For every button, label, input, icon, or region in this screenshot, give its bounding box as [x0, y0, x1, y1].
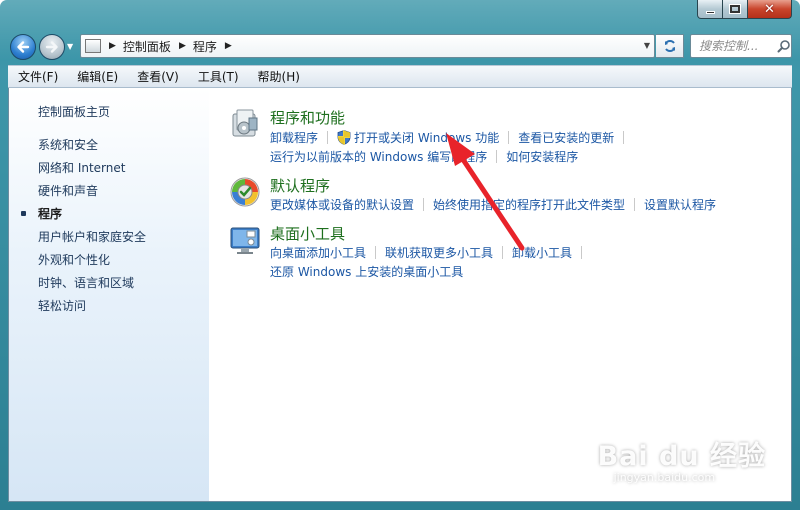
back-arrow-icon — [17, 41, 30, 53]
menu-view[interactable]: 查看(V) — [127, 66, 188, 88]
baidu-watermark: Bai du 经验 jingyan.baidu.com — [598, 434, 766, 484]
link-separator — [502, 246, 504, 259]
sidebar-item-control-panel-home[interactable]: 控制面板主页 — [38, 103, 110, 120]
search-input[interactable] — [699, 39, 775, 53]
refresh-button[interactable] — [656, 34, 684, 58]
default-programs-icon[interactable] — [229, 176, 261, 208]
link-separator — [423, 198, 425, 211]
menu-file[interactable]: 文件(F) — [8, 66, 67, 88]
programs-features-icon[interactable] — [229, 108, 261, 140]
link-separator — [581, 246, 583, 259]
link-row: 向桌面添加小工具 联机获取更多小工具 卸载小工具 — [270, 244, 591, 261]
link-separator — [623, 131, 625, 144]
sidebar-item-network-internet[interactable]: 网络和 Internet — [38, 159, 125, 176]
close-button[interactable]: ✕ — [748, 0, 792, 19]
desktop-gadgets-icon[interactable] — [229, 225, 261, 257]
run-older-programs-link[interactable]: 运行为以前版本的 Windows 编写的程序 — [270, 148, 487, 165]
uninstall-program-link[interactable]: 卸载程序 — [270, 129, 318, 146]
breadcrumb-programs[interactable]: 程序 — [193, 38, 217, 55]
maximize-button[interactable] — [723, 0, 748, 19]
how-to-install-link[interactable]: 如何安装程序 — [506, 148, 578, 165]
change-media-defaults-link[interactable]: 更改媒体或设备的默认设置 — [270, 196, 414, 213]
close-icon: ✕ — [764, 1, 775, 17]
refresh-icon — [664, 40, 675, 52]
set-default-programs-link[interactable]: 设置默认程序 — [644, 196, 716, 213]
link-row: 运行为以前版本的 Windows 编写的程序 如何安装程序 — [270, 148, 578, 165]
sidebar-item-programs: 程序 — [38, 207, 63, 221]
section-title-desktop-gadgets[interactable]: 桌面小工具 — [270, 223, 345, 244]
sidebar-item-clock-language-region[interactable]: 时钟、语言和区域 — [38, 274, 134, 291]
sidebar-item-appearance[interactable]: 外观和个性化 — [38, 251, 110, 268]
minimize-button[interactable] — [697, 0, 723, 19]
link-row: 卸载程序 打开或关闭 Windows 功能 查看已安装的更新 — [270, 129, 633, 146]
link-separator — [496, 150, 498, 163]
baidu-logo: Bai du 经验 — [597, 441, 766, 472]
restore-gadgets-link[interactable]: 还原 Windows 上安装的桌面小工具 — [270, 263, 463, 280]
link-separator — [508, 131, 510, 144]
get-more-gadgets-link[interactable]: 联机获取更多小工具 — [385, 244, 493, 261]
chevron-right-icon[interactable]: ▶ — [179, 41, 186, 51]
sidebar: 控制面板主页 系统和安全 网络和 Internet 硬件和声音 程序 用户帐户和… — [9, 88, 209, 501]
link-separator — [327, 131, 329, 144]
caption-buttons: ✕ — [697, 0, 792, 19]
minimize-icon — [705, 10, 715, 14]
view-installed-updates-link[interactable]: 查看已安装的更新 — [518, 129, 614, 146]
chevron-right-icon[interactable]: ▶ — [109, 41, 116, 51]
sidebar-item-system-security[interactable]: 系统和安全 — [38, 136, 98, 153]
active-item-bullet — [21, 211, 26, 216]
turn-windows-features-link[interactable]: 打开或关闭 Windows 功能 — [354, 129, 499, 146]
breadcrumb-control-panel[interactable]: 控制面板 — [123, 38, 171, 55]
search-box[interactable] — [690, 34, 792, 58]
uac-shield-icon — [337, 130, 351, 145]
maximize-icon — [729, 4, 741, 14]
link-row: 更改媒体或设备的默认设置 始终使用指定的程序打开此文件类型 设置默认程序 — [270, 196, 716, 213]
uninstall-gadget-link[interactable]: 卸载小工具 — [512, 244, 572, 261]
menu-help[interactable]: 帮助(H) — [248, 66, 309, 88]
address-bar[interactable]: ▶ 控制面板 ▶ 程序 ▶ ▼ — [80, 34, 655, 58]
sidebar-item-user-accounts[interactable]: 用户帐户和家庭安全 — [38, 228, 146, 245]
menu-bar: 文件(F) 编辑(E) 查看(V) 工具(T) 帮助(H) — [8, 65, 792, 88]
window-frame: ✕ ▼ ▶ 控制面板 ▶ 程序 ▶ ▼ 文件(F) 编辑(E) 查看(V) — [0, 0, 800, 510]
control-panel-icon — [85, 39, 101, 53]
add-gadgets-link[interactable]: 向桌面添加小工具 — [270, 244, 366, 261]
chevron-right-icon[interactable]: ▶ — [225, 41, 232, 51]
menu-edit[interactable]: 编辑(E) — [67, 66, 127, 88]
search-icon[interactable] — [777, 39, 791, 53]
link-separator — [634, 198, 636, 211]
sidebar-item-ease-of-access[interactable]: 轻松访问 — [38, 297, 86, 314]
section-title-programs-features[interactable]: 程序和功能 — [270, 107, 345, 128]
recent-pages-dropdown[interactable]: ▼ — [67, 42, 77, 52]
sidebar-item-hardware-sound[interactable]: 硬件和声音 — [38, 182, 98, 199]
link-row: 还原 Windows 上安装的桌面小工具 — [270, 263, 463, 280]
menu-tools[interactable]: 工具(T) — [188, 66, 248, 88]
back-button[interactable] — [10, 34, 36, 60]
forward-arrow-icon — [45, 41, 58, 53]
forward-button[interactable] — [39, 34, 65, 60]
file-type-association-link[interactable]: 始终使用指定的程序打开此文件类型 — [433, 196, 625, 213]
section-title-default-programs[interactable]: 默认程序 — [270, 175, 330, 196]
link-separator — [375, 246, 377, 259]
address-dropdown-icon[interactable]: ▼ — [644, 41, 650, 50]
